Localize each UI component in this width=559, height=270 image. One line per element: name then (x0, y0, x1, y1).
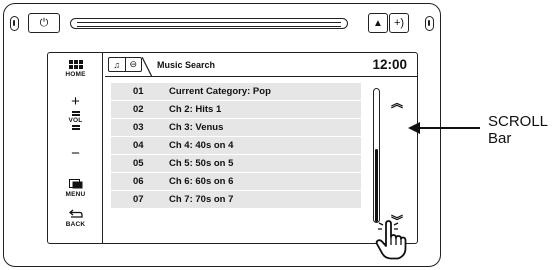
item-label: Ch 7: 70s on 7 (169, 194, 234, 205)
page-title: Music Search (157, 60, 216, 70)
item-label: Current Category: Pop (169, 86, 271, 97)
source-tabs[interactable]: ♫ ⊖ (108, 57, 142, 72)
callout-line-2: Bar (488, 130, 512, 147)
volume-control: VOL (48, 110, 103, 131)
list-item[interactable]: 02 Ch 2: Hits 1 (111, 101, 361, 118)
disc-slot (70, 18, 348, 29)
volume-up-button[interactable]: + (48, 93, 103, 111)
volume-bars-icon (71, 125, 80, 130)
scrollbar[interactable] (373, 88, 380, 223)
item-number: 03 (133, 122, 144, 133)
home-label: HOME (65, 71, 86, 78)
home-button[interactable]: HOME (48, 60, 103, 78)
list-item[interactable]: 04 Ch 4: 40s on 4 (111, 137, 361, 154)
list-item[interactable]: 01 Current Category: Pop (111, 83, 361, 100)
device-top-bar: ⏻ ▲ +) (4, 12, 442, 36)
menu-label: MENU (65, 191, 86, 198)
clock: 12:00 (372, 57, 407, 72)
sidebar: HOME + VOL − MENU BACK (48, 53, 103, 243)
list-item[interactable]: 03 Ch 3: Venus (111, 119, 361, 136)
item-number: 06 (133, 176, 144, 187)
item-number: 04 (133, 140, 144, 151)
vol-label: VOL (68, 117, 83, 124)
plus-icon: + (71, 93, 80, 110)
left-knob[interactable] (10, 16, 19, 31)
power-icon: ⏻ (39, 16, 49, 29)
item-number: 01 (133, 86, 144, 97)
item-label: Ch 2: Hits 1 (169, 104, 222, 115)
right-knob[interactable] (425, 16, 434, 31)
minus-icon: − (71, 145, 80, 162)
eject-button[interactable]: ▲ (368, 13, 388, 33)
menu-icon (68, 179, 82, 189)
item-label: Ch 5: 50s on 5 (169, 158, 234, 169)
callout-line (418, 127, 480, 129)
disc-icon[interactable]: ⊖ (126, 58, 142, 71)
screen-header: ♫ ⊖ Music Search 12:00 (105, 53, 417, 77)
power-button[interactable]: ⏻ (28, 13, 60, 33)
volume-bars-icon (71, 111, 80, 116)
scrollbar-thumb[interactable] (375, 149, 378, 222)
music-note-icon[interactable]: ♫ (109, 58, 126, 71)
eject-icon: ▲ (373, 17, 383, 29)
main-panel: ♫ ⊖ Music Search 12:00 01 Current Catego… (105, 53, 417, 243)
channel-list: 01 Current Category: Pop 02 Ch 2: Hits 1… (111, 83, 361, 209)
item-label: Ch 6: 60s on 6 (169, 176, 234, 187)
pointing-hand-icon (375, 220, 407, 260)
volume-down-button[interactable]: − (48, 145, 103, 163)
item-label: Ch 3: Venus (169, 122, 224, 133)
seek-button[interactable]: +) (389, 13, 409, 33)
back-label: BACK (65, 221, 86, 228)
back-button[interactable]: BACK (48, 209, 103, 228)
menu-button[interactable]: MENU (48, 179, 103, 198)
scroll-up-icon[interactable]: ︽ (387, 97, 407, 109)
item-number: 05 (133, 158, 144, 169)
touch-screen: HOME + VOL − MENU BACK ♫ ⊖ Music Search … (47, 52, 418, 244)
item-label: Ch 4: 40s on 4 (169, 140, 234, 151)
list-item[interactable]: 05 Ch 5: 50s on 5 (111, 155, 361, 172)
list-item[interactable]: 07 Ch 7: 70s on 7 (111, 191, 361, 208)
seek-icon: +) (393, 17, 405, 29)
scroll-bar-callout: SCROLL Bar (488, 113, 548, 147)
home-grid-icon (68, 60, 83, 69)
item-number: 07 (133, 194, 144, 205)
tab-divider (142, 57, 152, 77)
list-item[interactable]: 06 Ch 6: 60s on 6 (111, 173, 361, 190)
item-number: 02 (133, 104, 144, 115)
back-arrow-icon (68, 209, 83, 218)
callout-line-1: SCROLL (488, 113, 549, 130)
